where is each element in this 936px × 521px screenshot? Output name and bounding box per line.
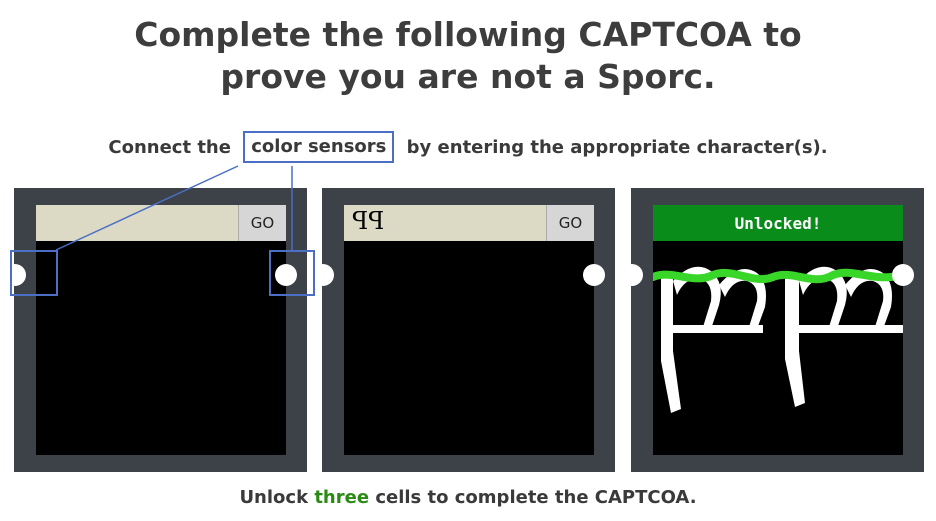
captcha-cell-1: GO (4, 188, 307, 472)
right-color-sensor (892, 264, 914, 286)
footer-prefix: Unlock (239, 487, 309, 508)
cell-canvas: ꟼꟼ GO (344, 205, 594, 455)
right-color-sensor (583, 264, 605, 286)
instruction-text: Connect the color sensors by entering th… (0, 131, 936, 164)
captcha-cell-3: Unlocked! (621, 188, 924, 472)
title-line-2: prove you are not a Sporc. (220, 57, 716, 96)
captcha-cell-2: ꟼꟼ GO (312, 188, 615, 472)
character-input[interactable] (36, 205, 238, 241)
left-sensor-callout (10, 250, 58, 296)
cell-canvas: Unlocked! (653, 205, 903, 455)
instruction-prefix: Connect the (108, 137, 231, 158)
go-button[interactable]: GO (238, 205, 286, 241)
page-title: Complete the following CAPTCOA to prove … (0, 14, 936, 98)
glyph-drawing (653, 266, 903, 413)
unlocked-banner: Unlocked! (653, 205, 903, 241)
footer-suffix: cells to complete the CAPTCOA. (375, 487, 697, 508)
color-sensors-highlight: color sensors (243, 131, 395, 163)
cell-canvas: GO (36, 205, 286, 455)
left-color-sensor (621, 264, 643, 286)
right-sensor-callout (269, 250, 315, 296)
character-input[interactable]: ꟼꟼ (344, 205, 546, 241)
entered-glyph: ꟼꟼ (352, 207, 385, 235)
footer-text: Unlock three cells to complete the CAPTC… (0, 487, 936, 509)
left-color-sensor (312, 264, 334, 286)
instruction-suffix: by entering the appropriate character(s)… (406, 137, 828, 158)
go-button[interactable]: GO (546, 205, 594, 241)
title-line-1: Complete the following CAPTCOA to (134, 15, 802, 54)
footer-highlight: three (314, 487, 370, 508)
